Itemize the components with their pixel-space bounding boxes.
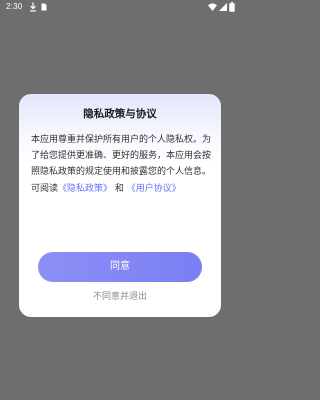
user-agreement-link[interactable]: 《用户协议》 — [127, 184, 181, 194]
status-bar: 2:30 — [0, 0, 240, 14]
dialog-body: 本应用尊重并保护所有用户的个人隐私权。为了给您提供更准确、更好的服务，本应用会按… — [31, 132, 212, 197]
dialog-title: 隐私政策与协议 — [83, 108, 157, 120]
download-icon — [30, 2, 36, 12]
conjunction-text: 和 — [114, 183, 124, 194]
wifi-icon — [208, 3, 217, 11]
cellular-signal-icon — [219, 3, 227, 11]
decline-and-exit-button[interactable]: 不同意并退出 — [19, 291, 221, 303]
sim-card-icon — [41, 3, 47, 11]
privacy-policy-link[interactable]: 《隐私政策》 — [58, 184, 112, 194]
privacy-dialog: 隐私政策与协议 本应用尊重并保护所有用户的个人隐私权。为了给您提供更准确、更好的… — [19, 94, 221, 317]
battery-icon — [229, 2, 235, 12]
agree-button[interactable]: 同意 — [38, 252, 202, 282]
status-time: 2:30 — [6, 2, 23, 11]
